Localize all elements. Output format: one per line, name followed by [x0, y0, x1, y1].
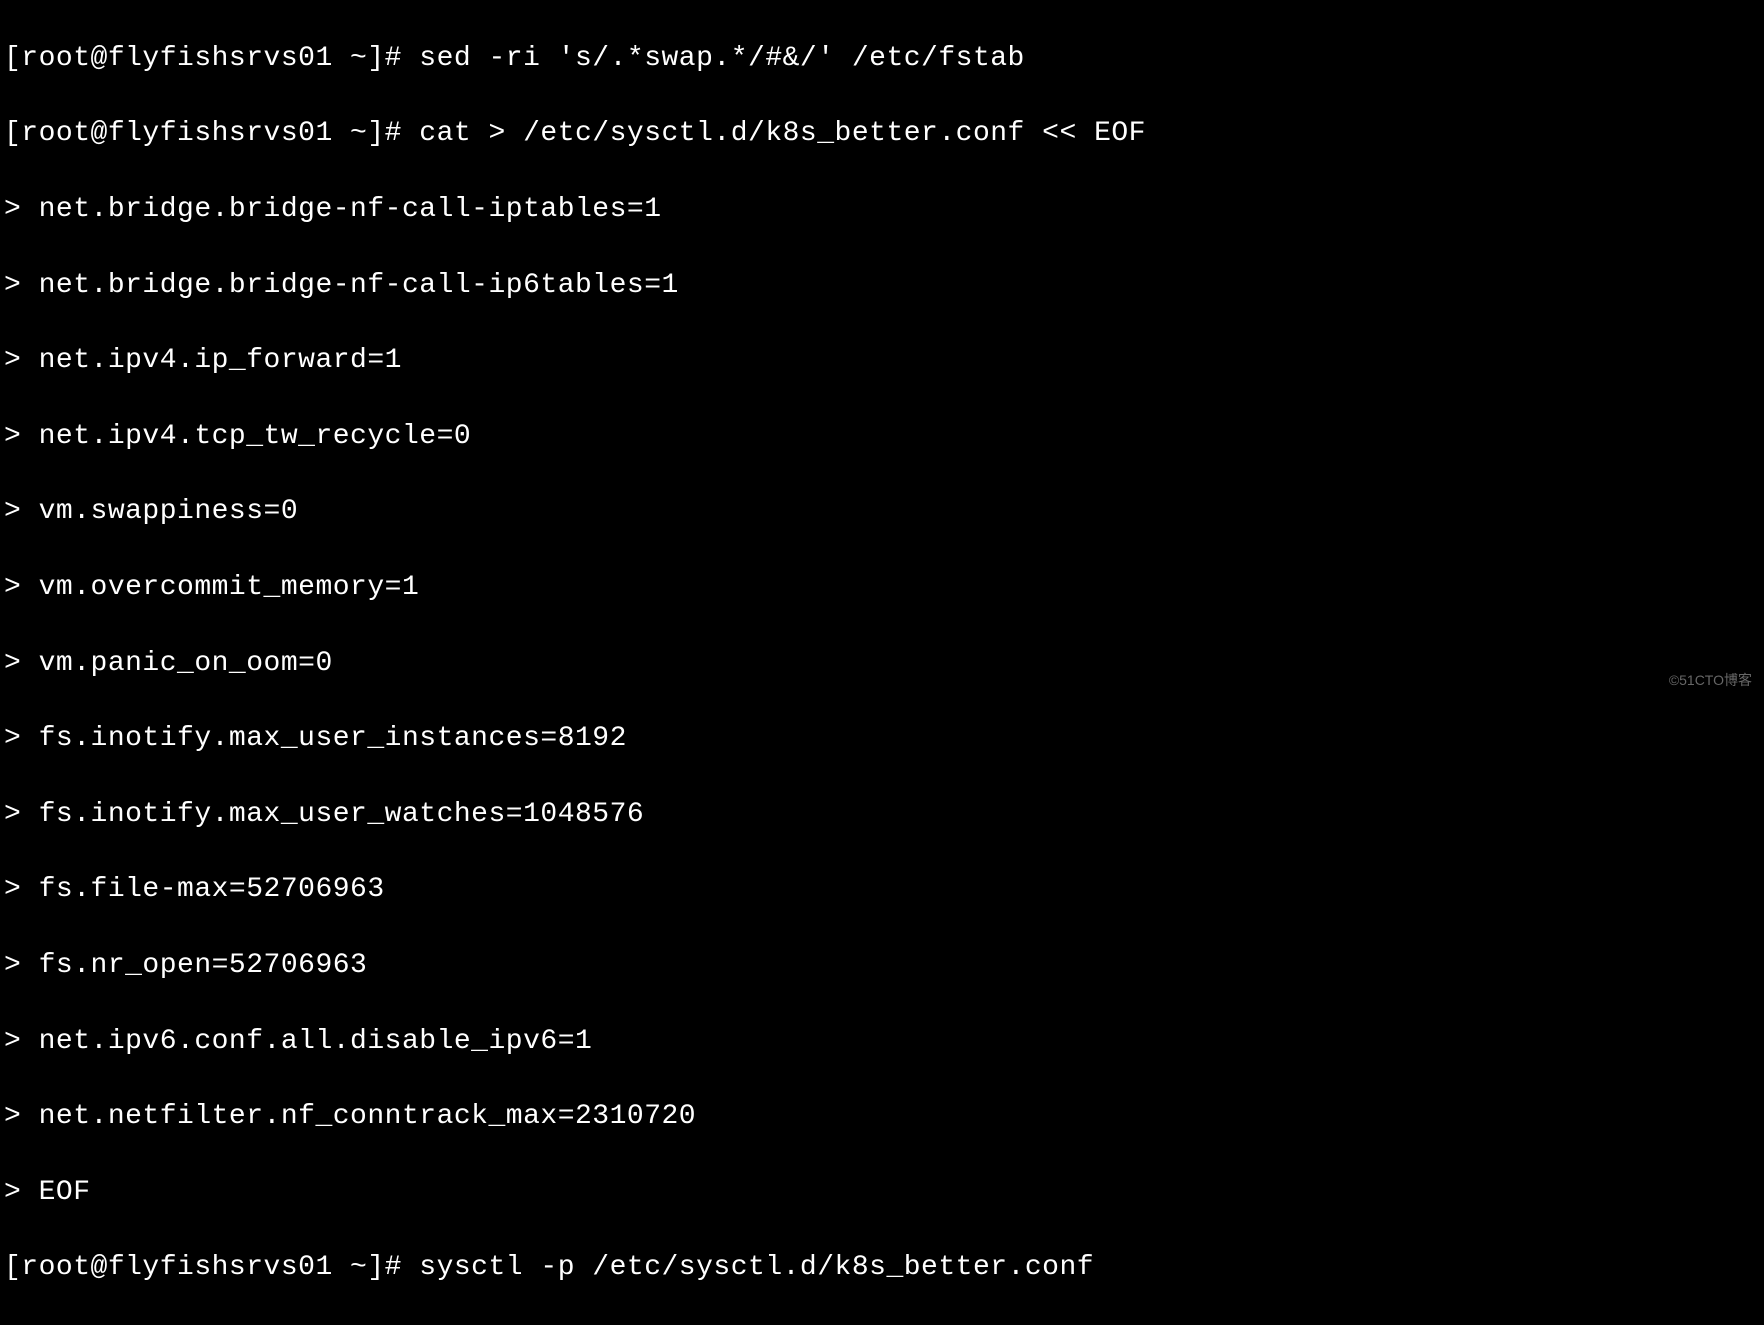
terminal-line: [root@flyfishsrvs01 ~]# cat > /etc/sysct…: [4, 115, 1760, 153]
terminal-output[interactable]: [root@flyfishsrvs01 ~]# sed -ri 's/.*swa…: [4, 2, 1760, 1325]
terminal-line: > fs.nr_open=52706963: [4, 947, 1760, 985]
terminal-line: > fs.file-max=52706963: [4, 871, 1760, 909]
terminal-line: > net.ipv6.conf.all.disable_ipv6=1: [4, 1023, 1760, 1061]
terminal-line: > vm.panic_on_oom=0: [4, 645, 1760, 683]
terminal-line: > net.bridge.bridge-nf-call-iptables=1: [4, 191, 1760, 229]
terminal-line: > EOF: [4, 1174, 1760, 1212]
terminal-line: [root@flyfishsrvs01 ~]# sed -ri 's/.*swa…: [4, 40, 1760, 78]
terminal-line: > vm.swappiness=0: [4, 493, 1760, 531]
terminal-line: > net.netfilter.nf_conntrack_max=2310720: [4, 1098, 1760, 1136]
terminal-line: > fs.inotify.max_user_watches=1048576: [4, 796, 1760, 834]
terminal-line: > net.ipv4.ip_forward=1: [4, 342, 1760, 380]
watermark-text: ©51CTO博客: [1669, 671, 1752, 690]
terminal-line: > net.bridge.bridge-nf-call-ip6tables=1: [4, 267, 1760, 305]
terminal-line: > net.ipv4.tcp_tw_recycle=0: [4, 418, 1760, 456]
terminal-line: > vm.overcommit_memory=1: [4, 569, 1760, 607]
terminal-line: [root@flyfishsrvs01 ~]# sysctl -p /etc/s…: [4, 1249, 1760, 1287]
terminal-line: > fs.inotify.max_user_instances=8192: [4, 720, 1760, 758]
